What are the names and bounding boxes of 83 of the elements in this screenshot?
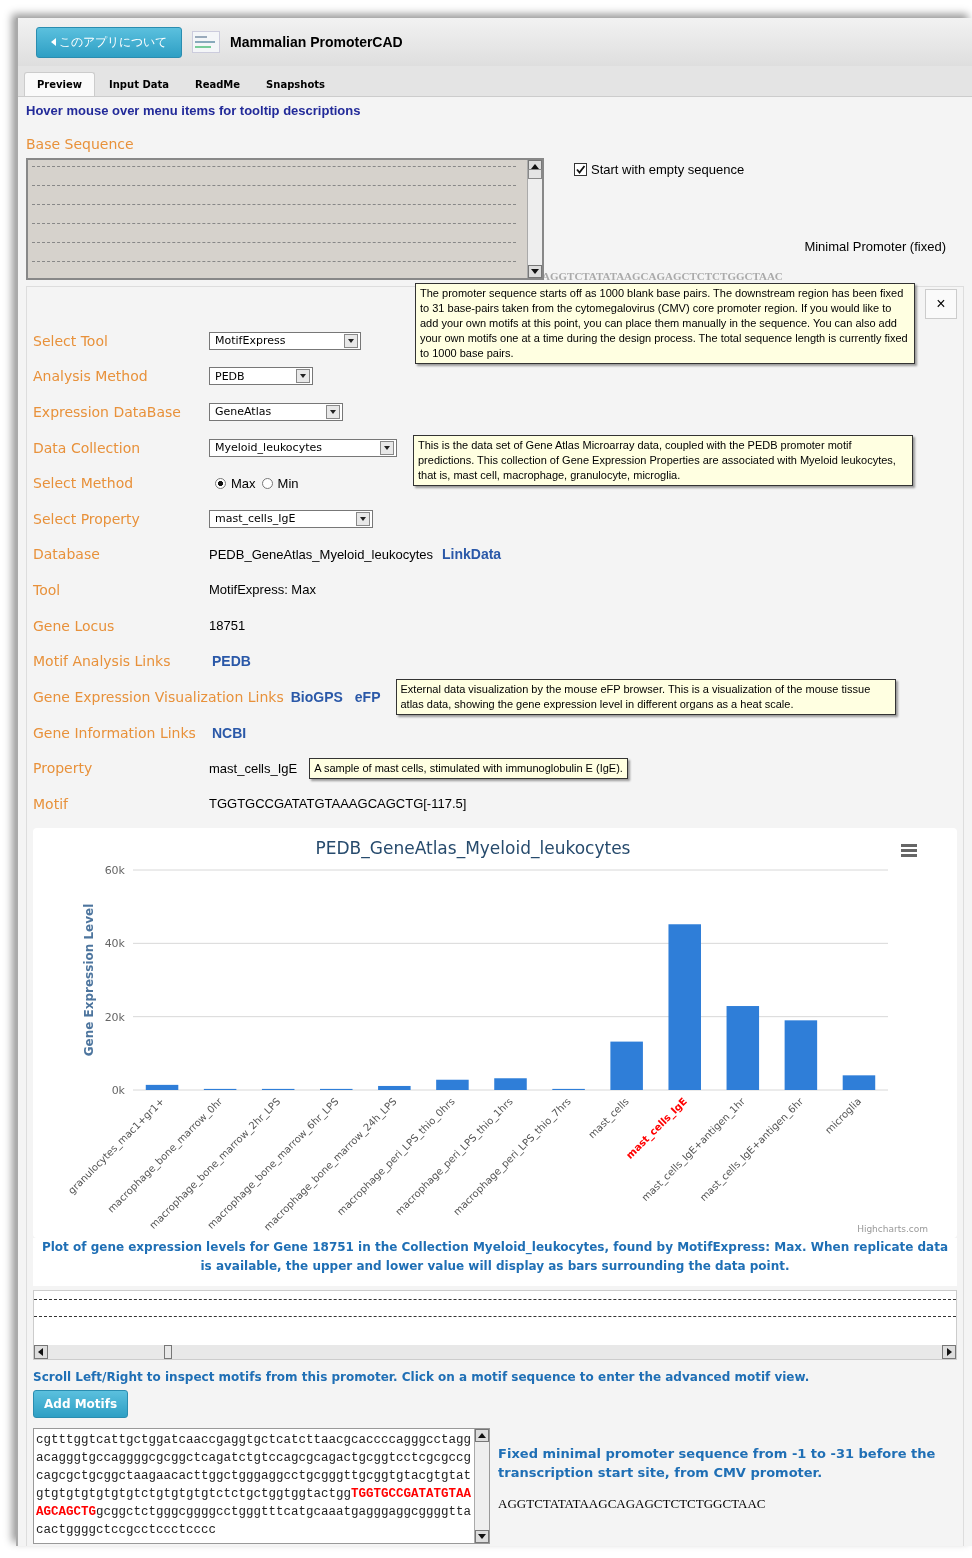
close-button[interactable]: × xyxy=(925,289,957,319)
sequence-textarea[interactable]: cgtttggtcattgctggatcaaccgaggtgctcatcttaacgcaccccagggcctagg acagggtgccaggggcgcggctcagatctgtccagcgcagactgcggtcctcgcgccg cagcgctgcggctaagaacacttggctgggaggcctgcgggttgcggtgtacgtgtat gtgtgtgtgtgtgtctgtgtgtgtctctgctggtggtactggTGGTGCCGATATGTAA AGCAGCTGgcggctctgggcggggcctgggtttcatgcaaatgagggaggcggggtta cactggggctccgcctccctcccc xyxy=(33,1427,491,1544)
scroll-right-icon[interactable] xyxy=(942,1344,956,1359)
fixed-sequence: AGGTCTATATAAGCAGAGCTCTCTGGCTAAC xyxy=(498,1495,767,1512)
radio-label: Max xyxy=(231,475,256,491)
bar[interactable] xyxy=(436,1079,469,1090)
scroll-down-icon[interactable] xyxy=(475,1529,490,1543)
tooltip: The promoter sequence starts off as 1000 blank base pairs. The downstream region has been fixed to 31 base-pairs taken from the cytomegalovirus (CMV) core promoter region. If you would like to add your own motifs at this point, you can place them manually in the sequence. You can also add your own motifs one at a time during the design process. The total sequence length is currently fixed to 1000 base pairs. xyxy=(415,283,915,364)
field-label: Gene Locus xyxy=(33,617,116,634)
caret-icon xyxy=(356,511,370,526)
bar[interactable] xyxy=(842,1075,876,1090)
scroll-left-icon[interactable] xyxy=(34,1344,48,1359)
scroll-thumb[interactable] xyxy=(164,1344,172,1359)
link[interactable]: BioGPS xyxy=(290,688,343,705)
field-value: 18751 xyxy=(209,618,246,634)
chart-title: PEDB_GeneAtlas_Myeloid_leukocytes xyxy=(315,837,631,858)
section-label: Base Sequence xyxy=(26,136,135,152)
field-label: Property xyxy=(33,760,94,777)
field-label: Select Property xyxy=(33,510,141,527)
menu-icon[interactable] xyxy=(901,843,917,857)
tab[interactable]: Snapshots xyxy=(254,72,337,96)
caret-icon xyxy=(344,333,358,348)
radio-label: Min xyxy=(277,475,299,491)
field-label: Tool xyxy=(33,581,62,598)
caret-icon xyxy=(51,37,56,46)
field-label: Database xyxy=(33,546,101,563)
link[interactable]: eFP xyxy=(354,688,381,705)
field-value: mast_cells_IgE xyxy=(209,760,298,776)
field-value: PEDB_GeneAtlas_Myeloid_leukocytes xyxy=(209,546,433,562)
bar[interactable] xyxy=(784,1020,818,1090)
minimal-promoter-label: Minimal Promoter (fixed) xyxy=(803,239,946,254)
field-value: MotifExpress: Max xyxy=(209,582,316,598)
field-label: Select Method xyxy=(33,475,135,492)
field-label: Data Collection xyxy=(33,439,142,456)
bar[interactable] xyxy=(726,1005,760,1090)
chart-caption: Plot of gene expression levels for Gene 18751 in the Collection Myeloid_leukocytes, found by MotifExpress: Max. When replicate data is available, the upper and lower value will display as bars surrounding the data point. xyxy=(33,1237,957,1286)
tab[interactable]: Input Data xyxy=(97,72,181,96)
scroll-hint: Scroll Left/Right to inspect motifs from this promoter. Click on a motif sequence to enter the advanced motif view. xyxy=(33,1369,811,1384)
link[interactable]: LinkData xyxy=(442,546,502,563)
dropdown[interactable]: Myeloid_leukocytes xyxy=(209,438,397,457)
tooltip: A sample of mast cells, stimulated with immunoglobulin E (IgE). xyxy=(309,757,628,779)
field-label: Select Tool xyxy=(33,332,109,349)
caret-icon xyxy=(296,369,310,384)
dropdown[interactable]: GeneAtlas xyxy=(209,403,343,421)
caret-icon xyxy=(380,440,394,455)
app-thumbnail-icon xyxy=(192,31,220,53)
checkbox-label: Start with empty sequence xyxy=(591,162,745,177)
dropdown[interactable]: PEDB xyxy=(209,367,313,386)
caret-icon xyxy=(326,405,340,419)
tab[interactable]: Preview xyxy=(24,72,95,96)
field-label: Motif Analysis Links xyxy=(33,653,172,670)
checkbox[interactable] xyxy=(574,163,587,176)
fixed-sequence-note: Fixed minimal promoter sequence from -1 to -31 before the transcription start site, from CMV promoter. xyxy=(498,1444,937,1482)
tooltip: External data visualization by the mouse eFP browser. This is a visualization of the mouse tissue atlas data, showing the gene expression level in different organs as a heat scale. xyxy=(395,678,896,715)
tooltip: This is the data set of Gene Atlas Microarray data, coupled with the PEDB promoter motif predictions. This collection of Gene Expression Properties are associated with Myeloid leukocytes, that is, mast cell, macrophage, granulocyte, microglia. xyxy=(413,435,913,486)
scroll-down-icon[interactable] xyxy=(528,265,542,278)
field-label: Gene Expression Visualization Links xyxy=(33,688,284,705)
axis-tick-label: 40k xyxy=(104,937,125,951)
axis-title: Gene Expression Level xyxy=(82,903,96,1057)
minimal-sequence: AGGTCTATATAAGCAGAGCTCTCTGGCTAAC xyxy=(542,270,784,282)
hint-text: Hover mouse over menu items for tooltip descriptions xyxy=(26,102,362,120)
tab[interactable]: ReadMe xyxy=(183,72,253,96)
axis-tick-label: 60k xyxy=(104,863,125,877)
bar[interactable] xyxy=(145,1084,179,1090)
bar[interactable] xyxy=(378,1085,411,1090)
app-title: Mammalian PromoterCAD xyxy=(230,34,403,50)
link[interactable]: NCBI xyxy=(212,724,247,741)
field-label: Gene Information Links xyxy=(33,724,197,741)
field-value: TGGTGCCGATATGTAAAGCAGCTG[-117.5] xyxy=(209,796,467,812)
axis-tick-label: 20k xyxy=(104,1010,125,1024)
field-label: Expression DataBase xyxy=(33,404,182,420)
axis-tick-label: 0k xyxy=(111,1083,125,1097)
link[interactable]: PEDB xyxy=(212,653,251,670)
dropdown[interactable]: mast_cells_IgE xyxy=(209,509,373,528)
bar[interactable] xyxy=(668,924,701,1090)
scroll-up-icon[interactable] xyxy=(475,1428,490,1442)
bar[interactable] xyxy=(610,1041,643,1090)
field-label: Analysis Method xyxy=(33,368,149,385)
field-label: Motif xyxy=(33,795,70,812)
radio-button[interactable] xyxy=(215,477,226,489)
radio-button[interactable] xyxy=(261,477,273,489)
dropdown[interactable]: MotifExpress xyxy=(209,331,361,350)
scroll-thumb[interactable] xyxy=(528,169,542,179)
